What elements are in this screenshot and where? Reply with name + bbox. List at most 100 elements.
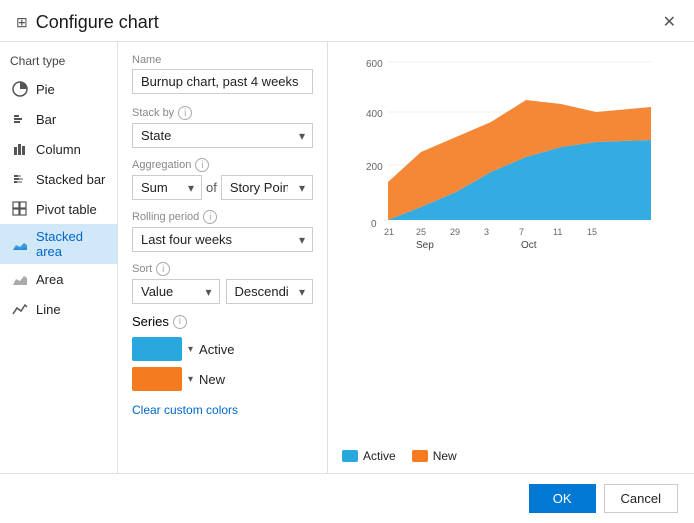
pivot-icon <box>10 199 30 219</box>
rolling-period-select-wrapper: Last four weeks <box>132 227 313 252</box>
svg-text:7: 7 <box>519 227 524 237</box>
clear-custom-colors-link[interactable]: Clear custom colors <box>132 403 238 417</box>
cancel-button[interactable]: Cancel <box>604 484 678 513</box>
sort-order-wrapper: Descending <box>226 279 314 304</box>
sort-field-group: Sort i Value Descending <box>132 262 313 304</box>
series-section: Series i ▾ Active ▾ New Clear custom col… <box>132 314 313 417</box>
close-button[interactable]: ✕ <box>657 10 682 34</box>
svg-text:21: 21 <box>384 227 394 237</box>
legend-item-active: Active <box>342 449 396 463</box>
series-new-name: New <box>199 372 225 387</box>
svg-text:29: 29 <box>450 227 460 237</box>
svg-text:Sep: Sep <box>416 240 434 251</box>
stack-by-select-wrapper: State <box>132 123 313 148</box>
chart-svg: 600 400 200 0 21 25 29 <box>342 52 680 272</box>
pie-icon <box>10 79 30 99</box>
series-active-chevron[interactable]: ▾ <box>188 344 193 355</box>
aggregation-field-group: Aggregation i Sum of Story Points <box>132 158 313 200</box>
chart-type-line-label: Line <box>36 302 61 317</box>
aggregation-field-wrapper: Story Points <box>221 175 313 200</box>
ok-button[interactable]: OK <box>529 484 596 513</box>
column-icon <box>10 139 30 159</box>
svg-text:11: 11 <box>553 227 562 237</box>
chart-preview-panel: 600 400 200 0 21 25 29 <box>328 42 694 473</box>
aggregation-field-select[interactable]: Story Points <box>221 175 313 200</box>
legend-item-new: New <box>412 449 457 463</box>
svg-text:200: 200 <box>366 162 383 173</box>
chart-type-line[interactable]: Line <box>0 294 117 324</box>
sort-field-wrapper: Value <box>132 279 220 304</box>
dialog-body: Chart type Pie B <box>0 42 694 473</box>
form-panel: Name Stack by i State Aggregation <box>118 42 328 473</box>
chart-type-pie[interactable]: Pie <box>0 74 117 104</box>
svg-text:600: 600 <box>366 59 383 70</box>
chart-type-area-label: Area <box>36 272 63 287</box>
chart-type-stacked-bar[interactable]: Stacked bar <box>0 164 117 194</box>
series-info-icon[interactable]: i <box>173 315 187 329</box>
series-active-name: Active <box>199 342 234 357</box>
rolling-period-info-icon[interactable]: i <box>203 210 217 224</box>
chart-legend: Active New <box>342 449 680 463</box>
svg-text:Oct: Oct <box>521 240 537 251</box>
legend-active-label: Active <box>363 449 396 463</box>
aggregation-func-wrapper: Sum <box>132 175 202 200</box>
legend-active-color <box>342 450 358 462</box>
chart-type-panel: Chart type Pie B <box>0 42 118 473</box>
legend-new-color <box>412 450 428 462</box>
series-new-color-box[interactable] <box>132 367 182 391</box>
stack-by-label: Stack by i <box>132 106 313 120</box>
chart-type-pivot-label: Pivot table <box>36 202 97 217</box>
series-new-chevron[interactable]: ▾ <box>188 374 193 385</box>
name-input[interactable] <box>132 69 313 94</box>
svg-text:15: 15 <box>587 227 597 237</box>
rolling-period-label: Rolling period i <box>132 210 313 224</box>
name-label: Name <box>132 54 313 66</box>
aggregation-row: Sum of Story Points <box>132 175 313 200</box>
name-field-group: Name <box>132 54 313 104</box>
dialog-title-icon: ⊞ <box>16 14 28 31</box>
rolling-period-field-group: Rolling period i Last four weeks <box>132 210 313 252</box>
svg-text:400: 400 <box>366 109 383 120</box>
chart-type-stacked-bar-label: Stacked bar <box>36 172 105 187</box>
series-item-active: ▾ Active <box>132 337 313 361</box>
aggregation-of-text: of <box>206 180 217 195</box>
sort-field-select[interactable]: Value <box>132 279 220 304</box>
chart-type-heading: Chart type <box>0 50 117 74</box>
area-icon <box>10 269 30 289</box>
line-icon <box>10 299 30 319</box>
sort-order-select[interactable]: Descending <box>226 279 314 304</box>
svg-text:25: 25 <box>416 227 426 237</box>
series-active-color-box[interactable] <box>132 337 182 361</box>
stack-by-select[interactable]: State <box>132 123 313 148</box>
chart-type-column-label: Column <box>36 142 81 157</box>
series-label-row: Series i <box>132 314 313 329</box>
chart-type-stacked-area[interactable]: Stacked area <box>0 224 117 264</box>
series-item-new: ▾ New <box>132 367 313 391</box>
stacked-area-icon <box>10 234 30 254</box>
chart-type-pie-label: Pie <box>36 82 55 97</box>
chart-type-stacked-area-label: Stacked area <box>36 229 107 259</box>
aggregation-info-icon[interactable]: i <box>195 158 209 172</box>
chart-area: 600 400 200 0 21 25 29 <box>342 52 680 443</box>
configure-chart-dialog: ⊞ Configure chart ✕ Chart type Pie <box>0 0 694 523</box>
dialog-footer: OK Cancel <box>0 473 694 523</box>
chart-type-bar[interactable]: Bar <box>0 104 117 134</box>
stacked-bar-icon <box>10 169 30 189</box>
aggregation-func-select[interactable]: Sum <box>132 175 202 200</box>
sort-row: Value Descending <box>132 279 313 304</box>
series-label: Series <box>132 314 169 329</box>
sort-label: Sort i <box>132 262 313 276</box>
stack-by-info-icon[interactable]: i <box>178 106 192 120</box>
chart-type-area[interactable]: Area <box>0 264 117 294</box>
chart-type-column[interactable]: Column <box>0 134 117 164</box>
sort-info-icon[interactable]: i <box>156 262 170 276</box>
rolling-period-select[interactable]: Last four weeks <box>132 227 313 252</box>
chart-type-bar-label: Bar <box>36 112 56 127</box>
legend-new-label: New <box>433 449 457 463</box>
bar-icon <box>10 109 30 129</box>
dialog-title: Configure chart <box>36 12 159 33</box>
chart-type-pivot[interactable]: Pivot table <box>0 194 117 224</box>
stack-by-field-group: Stack by i State <box>132 106 313 148</box>
svg-text:3: 3 <box>484 227 489 237</box>
dialog-header: ⊞ Configure chart ✕ <box>0 0 694 42</box>
